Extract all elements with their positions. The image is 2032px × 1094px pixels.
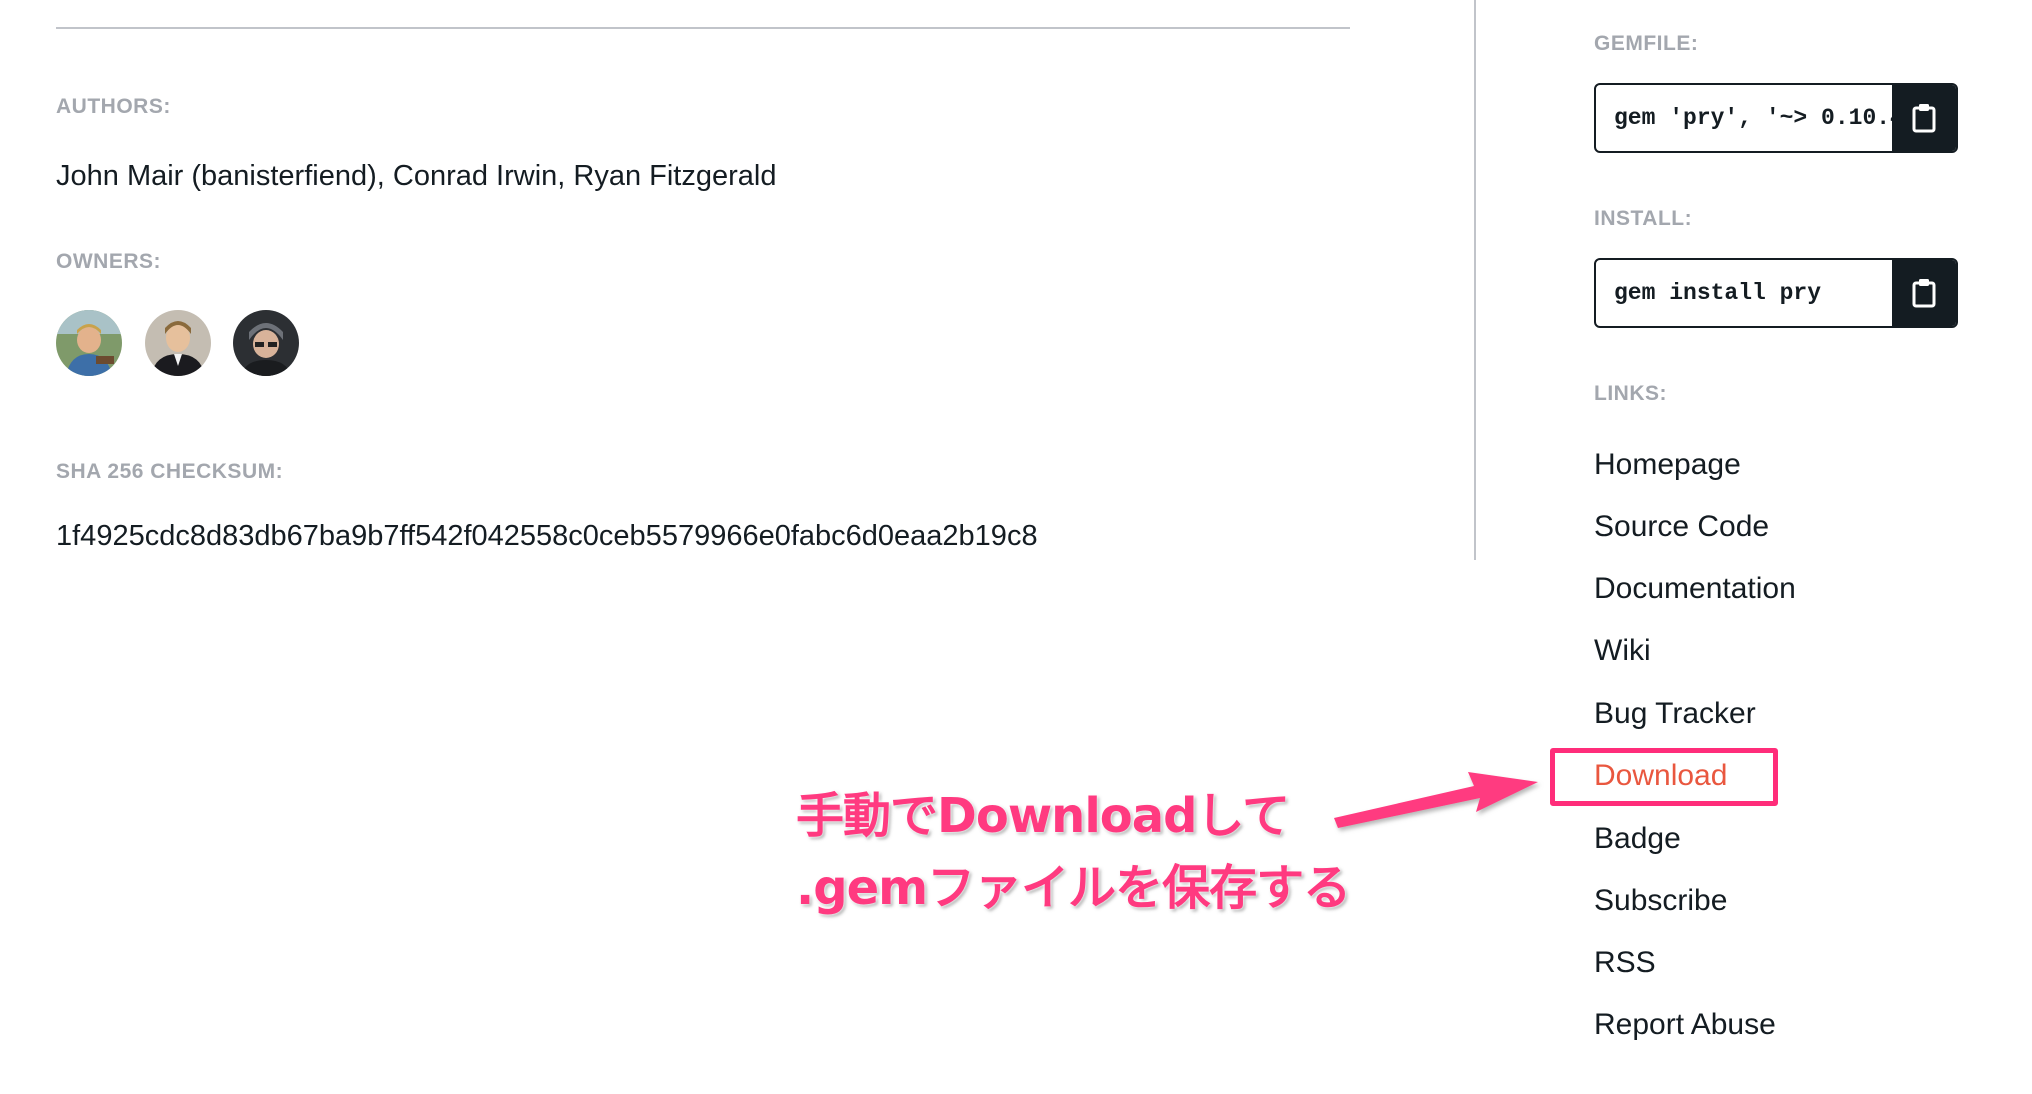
install-code[interactable]: gem install pry <box>1614 260 1894 326</box>
link-homepage[interactable]: Homepage <box>1594 448 1741 482</box>
annotation-line-1: 手動でDownloadして <box>796 788 1290 844</box>
clipboard-icon <box>1912 279 1936 308</box>
owner-avatar-3[interactable] <box>233 310 299 376</box>
copy-install-button[interactable] <box>1892 260 1956 326</box>
owners-label: OWNERS: <box>56 250 161 273</box>
sidebar-divider <box>1474 0 1476 560</box>
gemfile-label: GEMFILE: <box>1594 32 1699 55</box>
authors-list: John Mair (banisterfiend), Conrad Irwin,… <box>56 160 777 192</box>
link-bug-tracker[interactable]: Bug Tracker <box>1594 697 1756 731</box>
annotation-line-2: .gemファイルを保存する <box>796 860 1351 916</box>
owner-avatar-2[interactable] <box>145 310 211 376</box>
link-subscribe[interactable]: Subscribe <box>1594 884 1727 918</box>
clipboard-icon <box>1912 104 1936 133</box>
link-badge[interactable]: Badge <box>1594 822 1681 856</box>
copy-gemfile-button[interactable] <box>1892 85 1956 151</box>
links-label: LINKS: <box>1594 382 1667 405</box>
annotation-arrow <box>1334 772 1538 828</box>
owner-avatar-1[interactable] <box>56 310 122 376</box>
authors-label: AUTHORS: <box>56 95 171 118</box>
checksum-label: SHA 256 CHECKSUM: <box>56 460 284 483</box>
gemfile-code[interactable]: gem 'pry', '~> 0.10.4' <box>1614 85 1894 151</box>
link-source-code[interactable]: Source Code <box>1594 510 1769 544</box>
download-highlight-box <box>1550 748 1778 806</box>
section-divider <box>56 27 1350 29</box>
link-report-abuse[interactable]: Report Abuse <box>1594 1008 1776 1042</box>
checksum-value: 1f4925cdc8d83db67ba9b7ff542f042558c0ceb5… <box>56 520 1038 552</box>
install-label: INSTALL: <box>1594 207 1693 230</box>
install-code-box: gem install pry <box>1594 258 1958 328</box>
gemfile-code-box: gem 'pry', '~> 0.10.4' <box>1594 83 1958 153</box>
link-wiki[interactable]: Wiki <box>1594 634 1651 668</box>
link-rss[interactable]: RSS <box>1594 946 1656 980</box>
link-documentation[interactable]: Documentation <box>1594 572 1796 606</box>
